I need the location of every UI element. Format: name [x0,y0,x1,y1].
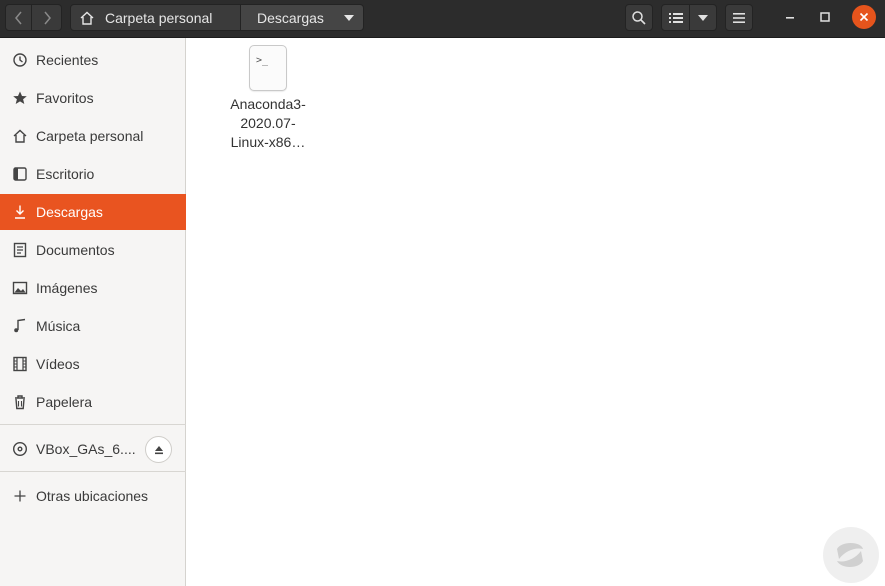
close-icon [859,12,869,22]
view-options-button[interactable] [690,4,717,31]
music-icon [12,318,28,334]
sidebar-item-label: Vídeos [36,356,80,372]
sidebar-item-label: Recientes [36,52,99,68]
script-file-icon: >_ [249,45,287,91]
sidebar: Recientes Favoritos Carpeta personal Esc… [0,38,186,586]
eject-button[interactable] [145,436,172,463]
sidebar-item-videos[interactable]: Vídeos [0,346,186,382]
sidebar-item-escritorio[interactable]: Escritorio [0,156,186,192]
sidebar-item-label: Favoritos [36,90,94,106]
home-icon [12,128,28,144]
trash-icon [12,394,28,410]
header-bar: Carpeta personal Descargas [0,0,885,38]
forward-button[interactable] [32,4,62,31]
back-button[interactable] [5,4,32,31]
sidebar-item-papelera[interactable]: Papelera [0,384,186,420]
chevron-left-icon [14,11,22,24]
search-icon [632,10,646,25]
watermark-logo [823,527,879,583]
document-icon [12,242,28,258]
sidebar-item-label: Música [36,318,81,334]
sidebar-separator [0,471,186,472]
breadcrumb-home[interactable]: Carpeta personal [70,4,241,31]
file-name: Anaconda3- 2020.07- Linux-x86… [220,95,316,152]
sidebar-item-recientes[interactable]: Recientes [0,42,186,78]
eject-icon [154,445,163,454]
sidebar-item-label: Otras ubicaciones [36,488,149,504]
minimize-icon [786,17,794,19]
download-icon [12,204,28,220]
clock-icon [12,52,28,68]
maximize-icon [820,12,830,22]
sidebar-item-label: Imágenes [36,280,98,296]
sidebar-item-descargas[interactable]: Descargas [0,194,186,230]
home-icon [80,11,94,25]
sidebar-item-favoritos[interactable]: Favoritos [0,80,186,116]
sidebar-item-otras-ubicaciones[interactable]: Otras ubicaciones [0,478,186,514]
breadcrumb-current[interactable]: Descargas [241,4,364,31]
sidebar-item-label: Papelera [36,394,93,410]
sidebar-item-musica[interactable]: Música [0,308,186,344]
sidebar-item-label: Escritorio [36,166,95,182]
menu-button[interactable] [725,4,753,31]
star-icon [12,90,28,106]
sidebar-item-label: Descargas [36,204,103,220]
sidebar-separator [0,424,186,425]
minimize-button[interactable] [778,5,802,29]
breadcrumb-current-label: Descargas [257,9,324,26]
sidebar-item-device[interactable]: VBox_GAs_6.... [0,431,140,467]
search-button[interactable] [625,4,653,31]
desktop-icon [12,166,28,182]
chevron-right-icon [43,11,51,24]
sidebar-item-label: Carpeta personal [36,128,144,144]
close-button[interactable] [852,5,876,29]
path-bar: Carpeta personal Descargas [70,4,364,31]
file-name-line: 2020.07- [240,115,296,131]
video-icon [12,356,28,372]
hamburger-menu-icon [733,12,745,23]
image-icon [12,280,28,296]
plus-icon [12,488,28,504]
breadcrumb-home-label: Carpeta personal [105,9,213,26]
file-icon-label: >_ [256,55,269,66]
sidebar-item-carpeta-personal[interactable]: Carpeta personal [0,118,186,154]
disc-icon [12,441,28,457]
sidebar-item-label: Documentos [36,242,115,258]
sidebar-item-documentos[interactable]: Documentos [0,232,186,268]
file-view: >_ Anaconda3- 2020.07- Linux-x86… [187,38,885,586]
sidebar-item-imagenes[interactable]: Imágenes [0,270,186,306]
sidebar-item-label: VBox_GAs_6.... [36,441,136,457]
view-mode-button[interactable] [661,4,690,31]
file-name-line: Linux-x86… [230,134,306,150]
chevron-down-icon [344,14,354,21]
file-item[interactable]: >_ Anaconda3- 2020.07- Linux-x86… [220,45,316,152]
chevron-down-icon [698,14,708,21]
maximize-button[interactable] [813,5,837,29]
list-view-icon [668,12,683,23]
file-name-line: Anaconda3- [230,96,306,112]
